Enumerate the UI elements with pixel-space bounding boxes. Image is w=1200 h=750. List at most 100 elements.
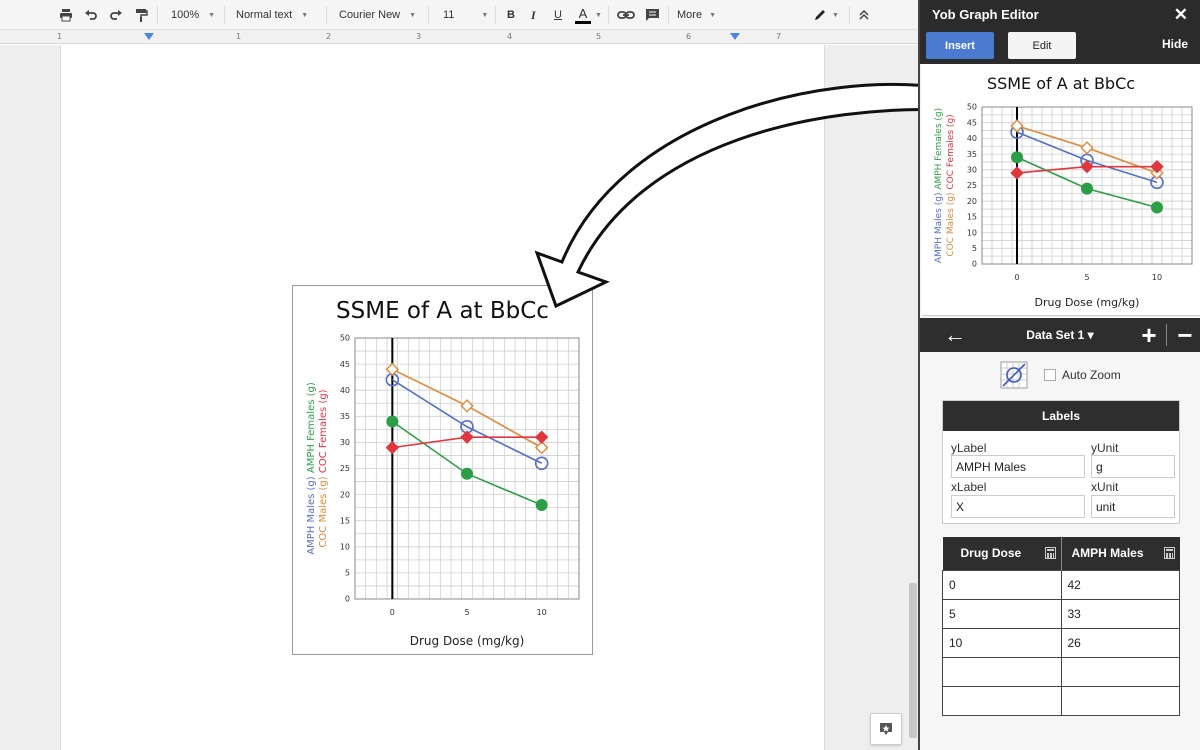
ylabel-label: yLabel [951, 441, 987, 455]
calculator-icon[interactable] [1044, 547, 1056, 559]
chevron-down-icon: ▼ [595, 11, 602, 19]
table-cell[interactable]: 26 [1060, 627, 1180, 658]
table-row: 5 33 [942, 598, 1180, 629]
data-point [535, 499, 548, 512]
y-axis-label: COC Males (g) COC Females (g) [946, 114, 956, 256]
y-tick-label: 5 [345, 569, 350, 578]
calculator-icon[interactable] [1163, 547, 1175, 559]
data-point [1010, 166, 1024, 180]
y-tick-label: 50 [967, 103, 977, 112]
explore-icon [880, 723, 892, 735]
x-tick-label: 5 [1084, 273, 1089, 282]
zoom-select[interactable]: 100% ▼ [171, 0, 215, 30]
auto-zoom-checkbox[interactable] [1044, 369, 1056, 381]
comment-icon[interactable] [645, 0, 660, 30]
y-axis-label-part: COC Females (g) [946, 114, 956, 192]
y-tick-label: 25 [967, 181, 977, 190]
table-cell[interactable] [1060, 656, 1180, 687]
chevron-down-icon: ▼ [709, 11, 716, 19]
left-indent-marker[interactable] [144, 33, 154, 41]
table-cell[interactable]: 5 [942, 598, 1062, 629]
insert-button[interactable]: Insert [926, 32, 994, 59]
y-tick-label: 30 [967, 165, 977, 174]
y-axis-label-part: COC Females (g) [318, 389, 329, 476]
paint-format-icon[interactable] [134, 0, 148, 30]
redo-icon[interactable] [109, 0, 123, 30]
table-cell[interactable] [942, 656, 1062, 687]
italic-button[interactable]: I [531, 0, 536, 30]
y-tick-label: 45 [340, 360, 350, 369]
font-size-select[interactable]: 11 ▼ [443, 0, 488, 30]
style-select[interactable]: Normal text ▼ [236, 0, 308, 30]
underline-button[interactable]: U [554, 0, 562, 30]
font-select[interactable]: Courier New ▼ [339, 0, 416, 30]
xlabel-input[interactable] [951, 495, 1085, 518]
bold-button[interactable]: B [507, 0, 515, 30]
close-icon[interactable]: ✕ [1174, 5, 1188, 25]
print-icon[interactable] [59, 0, 73, 30]
data-point [460, 399, 474, 413]
data-point [386, 415, 399, 428]
edit-button[interactable]: Edit [1008, 32, 1076, 59]
hide-button[interactable]: Hide [1162, 37, 1188, 51]
text-color-button[interactable]: A ▼ [575, 0, 602, 30]
data-point [461, 467, 473, 480]
table-cell[interactable] [942, 685, 1062, 716]
y-axis-label: AMPH Males (g) AMPH Females (g) [934, 108, 944, 263]
data-table: Drug Dose AMPH Males 0 42 5 33 10 26 [942, 537, 1180, 716]
data-point [1081, 182, 1093, 195]
y-tick-label: 50 [340, 334, 350, 343]
y-tick-label: 0 [972, 260, 977, 269]
ruler: 1 1 2 3 4 5 6 7 [0, 30, 918, 44]
data-point [534, 430, 549, 444]
table-cell[interactable]: 10 [942, 627, 1062, 658]
table-row: 0 42 [942, 569, 1180, 600]
document-chart[interactable]: SSME of A at BbCc 0 5 10 15 20 25 30 35 40 45 50 0 5… [292, 285, 593, 655]
x-axis-label: Drug Dose (mg/kg) [410, 634, 525, 648]
labels-panel: Labels yLabel yUnit xLabel xUnit [942, 400, 1180, 524]
x-axis-label: Drug Dose (mg/kg) [1035, 296, 1140, 309]
chevron-down-icon: ▼ [409, 11, 417, 19]
y-axis-label-part: AMPH Females (g) [934, 108, 944, 193]
link-icon[interactable] [617, 0, 635, 30]
right-indent-marker[interactable] [730, 33, 740, 41]
table-cell[interactable]: 0 [942, 569, 1062, 600]
x-tick-label: 10 [1152, 273, 1162, 282]
back-arrow-icon[interactable]: ← [940, 318, 970, 352]
scrollbar[interactable] [909, 583, 917, 738]
table-cell[interactable]: 33 [1060, 598, 1180, 629]
xunit-label: xUnit [1091, 480, 1119, 494]
xunit-input[interactable] [1091, 495, 1175, 518]
data-point [1010, 119, 1024, 133]
y-tick-label: 20 [340, 490, 350, 499]
x-tick-label: 5 [464, 608, 469, 617]
explore-button[interactable] [870, 713, 902, 745]
data-point [1080, 141, 1094, 155]
labels-panel-title: Labels [943, 401, 1179, 431]
y-axis-label-part: COC Males (g) [946, 193, 956, 257]
add-dataset-button[interactable]: + [1134, 318, 1164, 352]
ylabel-input[interactable] [951, 455, 1085, 478]
undo-icon[interactable] [84, 0, 98, 30]
editing-mode-button[interactable]: ▼ [813, 0, 839, 30]
column-header[interactable]: AMPH Males [1061, 537, 1180, 570]
y-tick-label: 35 [340, 412, 350, 421]
table-cell[interactable] [1060, 685, 1180, 716]
x-tick-label: 10 [537, 608, 547, 617]
collapse-icon[interactable] [858, 0, 870, 30]
y-tick-label: 35 [967, 150, 977, 159]
zoom-fit-icon[interactable] [1000, 361, 1028, 389]
data-point [534, 456, 549, 471]
yunit-input[interactable] [1091, 455, 1175, 478]
dataset-bar: Data Set 1 ▾ ← + − [920, 318, 1200, 352]
y-axis-label-part: COC Males (g) [318, 476, 329, 547]
y-tick-label: 10 [340, 542, 350, 551]
y-tick-label: 5 [972, 244, 977, 253]
y-tick-label: 15 [967, 213, 977, 222]
more-menu[interactable]: More ▼ [677, 0, 716, 30]
y-tick-label: 40 [340, 386, 350, 395]
remove-dataset-button[interactable]: − [1170, 318, 1200, 352]
table-cell[interactable]: 42 [1060, 569, 1180, 600]
sidebar-header: Yob Graph Editor ✕ Insert Edit Hide [920, 0, 1200, 64]
column-header[interactable]: Drug Dose [942, 537, 1062, 570]
